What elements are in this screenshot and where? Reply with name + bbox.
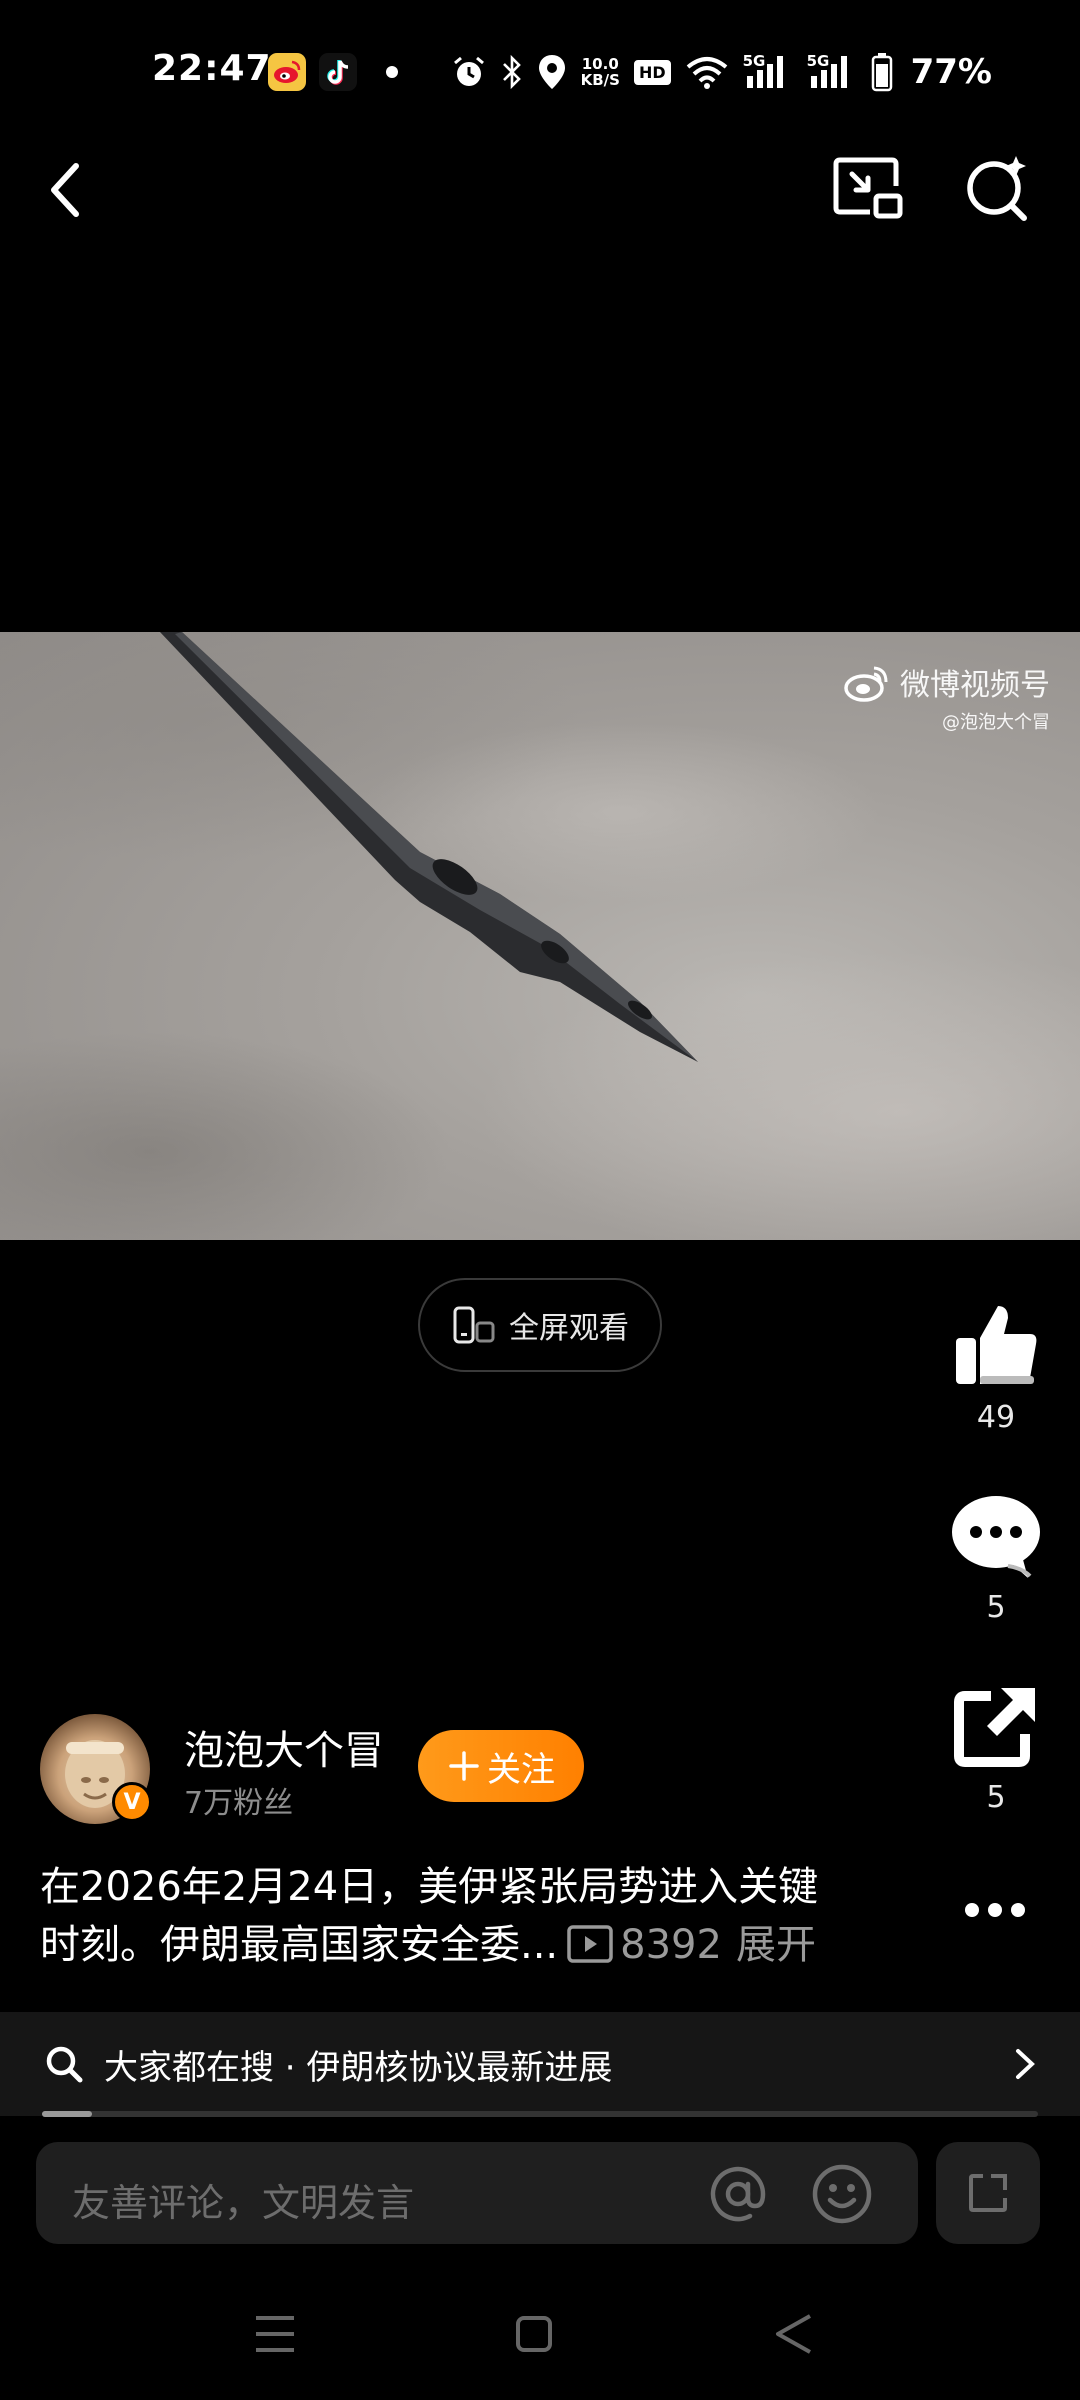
video-player[interactable]: 微博视频号 @泡泡大个冒 <box>0 632 1080 1240</box>
expand-comments-button[interactable] <box>936 2142 1040 2244</box>
watermark: 微博视频号 @泡泡大个冒 <box>842 660 1050 734</box>
comment-bubble-icon <box>952 1496 1040 1578</box>
description-line-1: 在2026年2月24日，美伊紧张局势进入关键 <box>40 1864 819 1910</box>
menu-icon <box>256 2316 294 2352</box>
back-triangle-icon <box>776 2314 811 2354</box>
comment-placeholder: 友善评论，文明发言 <box>72 2181 415 2225</box>
status-time: 22:47 <box>152 48 272 89</box>
signal-icon: 5G <box>807 52 857 92</box>
alarm-icon <box>453 56 484 86</box>
network-speed: 10.0 KB/S <box>581 56 620 88</box>
comment-count: 5 <box>986 1590 1006 1625</box>
watermark-brand: 微博视频号 <box>900 668 1050 703</box>
net-speed-unit: KB/S <box>580 71 620 89</box>
play-count-icon <box>567 1925 613 1963</box>
like-button[interactable]: 49 <box>940 1300 1052 1435</box>
share-button[interactable]: 5 <box>940 1684 1052 1815</box>
mention-button[interactable] <box>708 2164 768 2224</box>
location-icon <box>538 55 565 89</box>
signal-icon: 5G <box>743 52 793 92</box>
back-icon <box>51 163 79 217</box>
search-icon <box>967 156 1027 221</box>
battery-percent: 77% <box>910 52 992 92</box>
more-icon <box>965 1903 979 1917</box>
status-bar: 22:47 10.0 KB/S HD 5G 5G 77% <box>0 0 1080 120</box>
comment-button[interactable]: 5 <box>940 1492 1052 1625</box>
view-count: 8392 <box>620 1922 722 1968</box>
tiktok-app-icon <box>319 53 357 91</box>
comment-input[interactable]: 友善评论，文明发言 <box>36 2142 918 2244</box>
verified-badge: V <box>112 1782 152 1822</box>
author-fans: 7万粉丝 <box>184 1786 294 1821</box>
nav-menu-button[interactable] <box>250 2312 300 2356</box>
picture-in-picture-icon <box>833 157 903 219</box>
expand-icon <box>969 2174 1007 2212</box>
picture-in-picture-button[interactable] <box>830 152 906 222</box>
description-line-2: 时刻。伊朗最高国家安全委... 8392 展开 <box>40 1916 920 1974</box>
more-options-button[interactable] <box>950 1890 1040 1930</box>
at-sign-icon <box>710 2166 766 2222</box>
video-progress-bar[interactable] <box>42 2111 1038 2117</box>
more-icon <box>1011 1903 1025 1917</box>
hot-search-text: 大家都在搜 · 伊朗核协议最新进展 <box>104 2047 613 2088</box>
emoji-icon <box>812 2164 872 2224</box>
nav-home-button[interactable] <box>514 2314 554 2354</box>
post-description[interactable]: 在2026年2月24日，美伊紧张局势进入关键 时刻。伊朗最高国家安全委... 83… <box>40 1858 920 1974</box>
search-button[interactable] <box>960 150 1036 224</box>
battery-icon <box>871 53 892 92</box>
home-icon <box>516 2316 552 2352</box>
emoji-button[interactable] <box>810 2162 874 2226</box>
follow-label: 关注 <box>487 1749 555 1790</box>
wifi-icon <box>686 57 727 89</box>
description-text: 时刻。伊朗最高国家安全委... <box>40 1922 559 1968</box>
like-count: 49 <box>976 1400 1016 1435</box>
thumbs-up-icon <box>956 1306 1037 1384</box>
share-icon <box>954 1688 1035 1767</box>
plus-icon <box>449 1751 479 1781</box>
hot-search-bar[interactable]: 大家都在搜 · 伊朗核协议最新进展 <box>0 2012 1080 2116</box>
back-button[interactable] <box>38 155 94 225</box>
rotate-phone-icon <box>453 1306 495 1344</box>
notification-dot <box>386 66 398 78</box>
hd-voice-badge: HD <box>633 59 671 85</box>
more-icon <box>988 1903 1002 1917</box>
video-progress-fill <box>42 2111 92 2117</box>
status-icons: 10.0 KB/S HD 5G 5G 77% <box>451 50 992 94</box>
nav-back-button[interactable] <box>770 2310 820 2358</box>
net-speed-value: 10.0 <box>581 55 619 73</box>
chevron-right-icon <box>1016 2049 1035 2079</box>
weibo-app-icon <box>268 53 306 91</box>
weibo-logo-icon <box>844 666 888 702</box>
bluetooth-icon <box>502 54 521 90</box>
search-icon <box>46 2046 83 2083</box>
follow-button[interactable]: 关注 <box>418 1730 584 1802</box>
expand-link[interactable]: 展开 <box>736 1922 816 1968</box>
fullscreen-button[interactable]: 全屏观看 <box>418 1278 662 1372</box>
author-name[interactable]: 泡泡大个冒 <box>184 1718 384 1776</box>
watermark-handle: @泡泡大个冒 <box>942 712 1050 733</box>
fullscreen-label: 全屏观看 <box>509 1311 629 1346</box>
share-count: 5 <box>986 1780 1006 1815</box>
